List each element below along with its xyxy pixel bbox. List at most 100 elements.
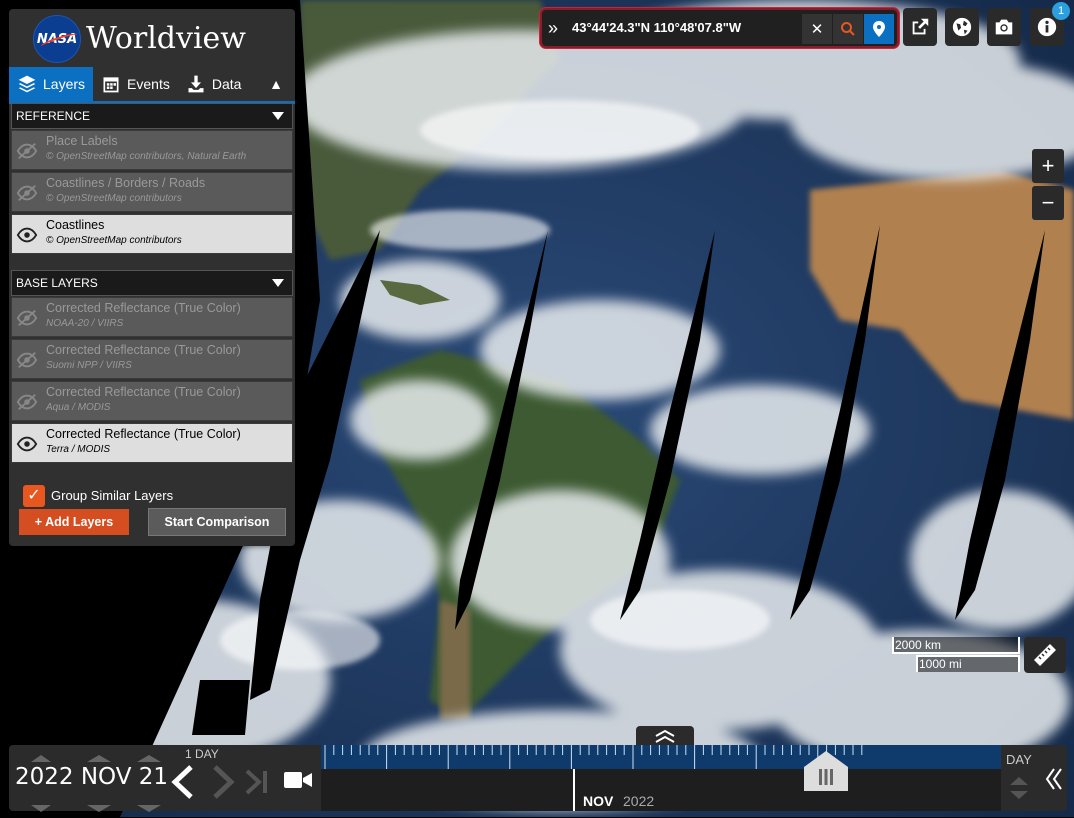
date-stepper-up[interactable] xyxy=(29,749,169,762)
eye-hidden-icon[interactable] xyxy=(16,350,38,370)
layer-item[interactable]: Coastlines © OpenStreetMap contributors xyxy=(11,214,293,254)
layer-source: Terra / MODIS xyxy=(46,444,111,455)
layer-source: NOAA-20 / VIIRS xyxy=(46,318,124,329)
skip-to-latest-button[interactable] xyxy=(243,769,271,800)
timeline-axis[interactable]: NOV 2022 xyxy=(321,745,1001,811)
info-button[interactable]: 1 xyxy=(1030,2,1070,46)
double-chevron-left-icon xyxy=(1045,768,1062,790)
coordinates-text: 43°44'24.3"N 110°48'07.8"W xyxy=(572,20,742,35)
chevron-up-down-icon xyxy=(1010,777,1028,799)
coordinates-display: » 43°44'24.3"N 110°48'07.8"W ✕ xyxy=(540,8,899,48)
layer-item[interactable]: Corrected Reflectance (True Color) Terra… xyxy=(11,423,293,463)
reference-section-header[interactable]: REFERENCE xyxy=(11,103,293,129)
ruler-icon xyxy=(1034,644,1056,666)
map-pin-icon xyxy=(873,21,885,37)
layer-source: © OpenStreetMap contributors xyxy=(46,193,182,204)
collapse-sidebar-button[interactable]: ▲ xyxy=(257,67,295,101)
app-title: Worldview xyxy=(86,21,246,56)
layer-item[interactable]: Place Labels © OpenStreetMap contributor… xyxy=(11,130,293,170)
plus-icon: + xyxy=(1041,153,1055,178)
eye-hidden-icon[interactable] xyxy=(16,392,38,412)
place-marker-button[interactable] xyxy=(864,14,894,44)
layers-icon xyxy=(18,75,36,93)
eye-hidden-icon[interactable] xyxy=(16,141,38,161)
calendar-icon xyxy=(103,77,119,93)
snapshot-button[interactable] xyxy=(987,8,1021,46)
timeline-date-handle[interactable] xyxy=(804,751,848,791)
tab-events[interactable]: Events xyxy=(93,67,178,101)
notification-badge: 1 xyxy=(1052,2,1070,20)
layer-name: Corrected Reflectance (True Color) xyxy=(46,343,241,357)
share-button[interactable] xyxy=(903,8,937,46)
tab-data[interactable]: Data xyxy=(178,67,250,101)
add-layers-button[interactable]: + Add Layers xyxy=(19,509,129,535)
layer-item[interactable]: Corrected Reflectance (True Color) Suomi… xyxy=(11,339,293,379)
layer-source: Suomi NPP / VIIRS xyxy=(46,360,132,371)
eye-icon[interactable] xyxy=(16,225,38,245)
double-chevron-up-icon xyxy=(655,729,675,743)
minus-icon: − xyxy=(1041,190,1055,215)
next-day-button[interactable] xyxy=(207,765,237,804)
timeline-ticks xyxy=(321,745,1001,769)
timeline-month: NOV xyxy=(583,793,614,809)
layer-source: © OpenStreetMap contributors, Natural Ea… xyxy=(46,151,247,162)
measure-button[interactable] xyxy=(1024,637,1066,673)
zoom-to-coordinates-button[interactable] xyxy=(833,14,863,44)
zoom-out-button[interactable]: − xyxy=(1032,186,1064,220)
chevron-right-icon[interactable]: » xyxy=(548,18,558,39)
chevron-down-icon xyxy=(31,805,161,812)
eye-icon[interactable] xyxy=(16,434,38,454)
camera-icon xyxy=(995,19,1013,35)
nasa-logo: NASA xyxy=(33,15,81,63)
video-camera-icon xyxy=(284,772,312,788)
download-icon xyxy=(188,75,204,93)
current-date[interactable]: 2022 NOV 21 xyxy=(15,764,168,790)
layer-name: Coastlines xyxy=(46,218,105,232)
layer-source: Aqua / MODIS xyxy=(46,402,111,413)
search-icon xyxy=(841,22,855,36)
scale-km: 2000 km xyxy=(895,638,942,652)
base-layers-section-header[interactable]: BASE LAYERS xyxy=(11,270,293,296)
share-icon xyxy=(912,18,929,35)
layer-item[interactable]: Corrected Reflectance (True Color) NOAA-… xyxy=(11,297,293,337)
layer-name: Corrected Reflectance (True Color) xyxy=(46,301,241,315)
eye-hidden-icon[interactable] xyxy=(16,308,38,328)
tab-layers-label: Layers xyxy=(43,76,86,92)
start-comparison-button[interactable]: Start Comparison xyxy=(148,508,286,536)
zoom-level-label[interactable]: DAY xyxy=(1006,752,1032,767)
chevron-down-icon xyxy=(272,112,284,120)
layer-item[interactable]: Corrected Reflectance (True Color) Aqua … xyxy=(11,381,293,421)
previous-day-button[interactable] xyxy=(169,765,199,804)
layer-item[interactable]: Coastlines / Borders / Roads © OpenStree… xyxy=(11,172,293,212)
sidebar-tabs: Layers Events Data ▲ xyxy=(9,67,295,104)
layer-name: Corrected Reflectance (True Color) xyxy=(46,385,241,399)
chevron-right-icon xyxy=(213,765,235,799)
date-stepper-down[interactable] xyxy=(29,800,169,812)
scale-mi: 1000 mi xyxy=(919,657,962,671)
timeline-year: 2022 xyxy=(623,793,655,809)
layer-name: Coastlines / Borders / Roads xyxy=(46,176,206,190)
tab-events-label: Events xyxy=(127,76,170,92)
globe-icon xyxy=(952,17,972,37)
layer-source: © OpenStreetMap contributors xyxy=(46,235,182,246)
tab-layers[interactable]: Layers xyxy=(9,67,94,101)
zoom-in-button[interactable]: + xyxy=(1032,149,1064,183)
timeline-expand-button[interactable] xyxy=(636,726,694,745)
reference-title: REFERENCE xyxy=(16,109,91,123)
group-similar-checkbox[interactable]: ✓ xyxy=(23,485,45,507)
info-icon xyxy=(1037,17,1057,37)
animation-button[interactable] xyxy=(282,768,314,797)
group-similar-label: Group Similar Layers xyxy=(51,488,174,503)
interval-label[interactable]: 1 DAY xyxy=(185,747,219,761)
chevron-down-icon xyxy=(272,279,284,287)
layer-sidebar: NASA Worldview Layers Events Data ▲ REFE… xyxy=(9,9,295,546)
layer-name: Corrected Reflectance (True Color) xyxy=(46,427,241,441)
projection-button[interactable] xyxy=(945,8,979,46)
close-icon: ✕ xyxy=(810,21,824,38)
chevron-up-icon xyxy=(31,755,161,762)
clear-coordinates-button[interactable]: ✕ xyxy=(802,14,832,44)
layer-name: Place Labels xyxy=(46,134,118,148)
zoom-level-stepper[interactable] xyxy=(1008,775,1030,806)
eye-hidden-icon[interactable] xyxy=(16,183,38,203)
collapse-timeline-button[interactable] xyxy=(1045,767,1063,796)
